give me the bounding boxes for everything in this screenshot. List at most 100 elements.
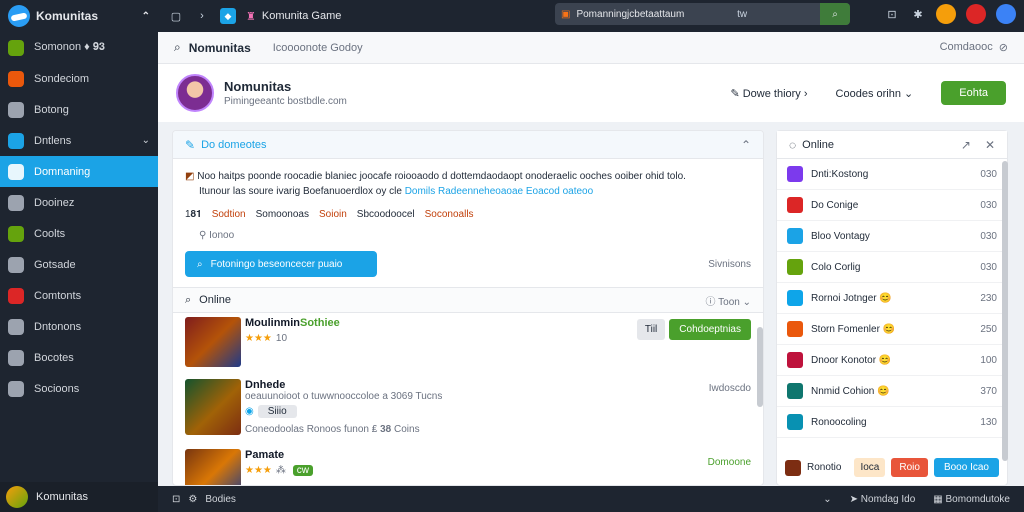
sidebar-item[interactable]: Socioons: [0, 373, 158, 404]
online-header: ◌ Online ↗ ✕: [777, 131, 1007, 159]
sidebar-item[interactable]: Gotsade: [0, 249, 158, 280]
scrollbar[interactable]: [1002, 161, 1008, 461]
sidebar-item[interactable]: Coolts: [0, 218, 158, 249]
sidebar-item-label: Comtonts: [34, 289, 82, 302]
primary-button[interactable]: Eohta: [941, 81, 1006, 105]
game-icon: [787, 259, 803, 275]
item-title-highlight: Sothiee: [300, 317, 340, 329]
online-item[interactable]: Dnti:Kostong 030: [777, 159, 1007, 190]
list-item[interactable]: Pamate ★★★ ⁂ cw Domoone: [173, 445, 763, 485]
action-button[interactable]: Ioca: [854, 458, 886, 477]
search-brand-icon: ▣: [561, 8, 571, 20]
sidebar-header[interactable]: Komunitas ⌃: [0, 0, 158, 32]
action-button[interactable]: Booo Icao: [933, 458, 999, 477]
sidebar-item[interactable]: Dntlens ⌄: [0, 125, 158, 156]
scrollbar[interactable]: [757, 327, 763, 407]
close-icon[interactable]: ✕: [985, 138, 995, 152]
edit-icon: ✎: [185, 137, 196, 152]
profile-action-1[interactable]: ✎ Dowe thiory ›: [730, 87, 807, 100]
search-input[interactable]: ▣ Pomanningjcbetaattaum tw ⌕: [555, 3, 850, 25]
chevron-down-icon[interactable]: ⌄: [142, 135, 150, 146]
item-right-label[interactable]: Domoone: [708, 457, 751, 468]
grid-icon: ▦: [933, 493, 946, 505]
sidebar-item-label: Coolts: [34, 227, 66, 240]
search-icon[interactable]: ⌕: [185, 294, 191, 307]
sidebar-item[interactable]: Sondeciom: [0, 63, 158, 94]
item-tag[interactable]: Siiio: [257, 405, 297, 418]
post-tag[interactable]: Somoonoas: [256, 207, 309, 222]
sidebar-item[interactable]: Comtonts: [0, 280, 158, 311]
breadcrumb-item[interactable]: Icoooonote Godoy: [273, 42, 363, 54]
post-link[interactable]: Domils Radeenneheoaoae Eoacod oateoo: [405, 186, 593, 197]
profile-action-2[interactable]: Coodes orihn ⌄: [836, 87, 914, 100]
settings-icon[interactable]: ⚙: [188, 494, 197, 505]
sidebar-item[interactable]: Dntonons: [0, 311, 158, 342]
online-item[interactable]: Bloo Vontagy 030: [777, 221, 1007, 252]
chevron-up-icon[interactable]: ⌃: [741, 138, 751, 152]
online-item[interactable]: Dnoor Konotor 😊 100: [777, 345, 1007, 376]
online-item-name: Do Conige: [811, 199, 859, 211]
profile-name: Nomunitas: [224, 79, 292, 94]
status-right[interactable]: ▦ Bomomdutoke: [933, 494, 1010, 505]
post-action-button[interactable]: ⌕ Fotoningo beseoncecer puaio: [185, 251, 377, 277]
avatar[interactable]: [176, 74, 214, 112]
online-item[interactable]: Do Conige 030: [777, 190, 1007, 221]
sidebar-user[interactable]: Komunitas: [0, 482, 158, 512]
sidebar-item-label: Dntlens: [34, 134, 72, 147]
chevron-up-icon[interactable]: ⌃: [142, 11, 150, 22]
link-icon[interactable]: ⊘: [999, 41, 1008, 54]
online-item[interactable]: Nnmid Cohion 😊 370: [777, 376, 1007, 407]
post-text-2: Itunour las soure ivarig Boefanuoerdlox …: [199, 186, 402, 197]
install-button[interactable]: Cohdoeptnias: [669, 319, 751, 340]
game-thumbnail[interactable]: [185, 379, 241, 435]
section-filter[interactable]: ⓘ Toon ⌄: [706, 293, 751, 308]
game-thumbnail[interactable]: [185, 317, 241, 367]
search-icon[interactable]: ⌕: [174, 40, 181, 55]
sidebar-item[interactable]: Botong: [0, 94, 158, 125]
game-icon: [787, 321, 803, 337]
status-mid[interactable]: ➤ Nomdag Ido: [850, 494, 916, 505]
online-item-time: 030: [980, 199, 997, 211]
chevron-right-icon[interactable]: ›: [194, 8, 210, 24]
sidebar-item-label: Dooinez: [34, 196, 75, 209]
avatar[interactable]: [996, 4, 1016, 24]
grid-icon[interactable]: ⊡: [172, 494, 180, 505]
star-icon[interactable]: ✱: [910, 6, 926, 22]
expand-icon[interactable]: ↗: [961, 138, 971, 152]
post-tag[interactable]: Soioin: [319, 207, 347, 222]
community-icon: [8, 39, 24, 56]
chevron-down-icon[interactable]: ⌄: [823, 494, 831, 505]
online-footer: Ronotio Ioca Roio Booo Icao: [785, 458, 999, 477]
search-button[interactable]: ⌕: [820, 3, 850, 25]
notification-icon[interactable]: ⊡: [884, 6, 900, 22]
post-tag[interactable]: 1𝟖𝟏: [185, 207, 202, 222]
app-tab-icon[interactable]: ◆: [220, 8, 236, 24]
avatar[interactable]: [966, 4, 986, 24]
game-thumbnail[interactable]: [185, 449, 241, 485]
sidebar-footer-label: Komunitas: [36, 491, 88, 503]
sidebar-item[interactable]: Domnaning: [0, 156, 158, 187]
list-item[interactable]: Dnhede oeauunoioot o tuwwnooccoloe a 306…: [173, 375, 763, 445]
online-item[interactable]: Rornoi Jotnger 😊 230: [777, 283, 1007, 314]
online-item[interactable]: Colo Corlig 030: [777, 252, 1007, 283]
secondary-button[interactable]: Tiil: [636, 319, 666, 340]
window-icon[interactable]: ▢: [168, 8, 184, 24]
online-item[interactable]: Ronoocoling 130: [777, 407, 1007, 438]
list-item[interactable]: MoulinminSothiee ★★★ 10 Tiil Cohdoeptnias: [173, 313, 763, 375]
folder-icon: [8, 194, 24, 211]
subbar-right-label[interactable]: Comdaooc: [940, 41, 993, 54]
online-item[interactable]: Storn Fomenler 😊 250: [777, 314, 1007, 345]
sidebar-item[interactable]: Bocotes: [0, 342, 158, 373]
action-button[interactable]: Roio: [891, 458, 928, 477]
sidebar-item[interactable]: Dooinez: [0, 187, 158, 218]
post-tag[interactable]: Sbcoodoocel: [357, 207, 415, 222]
breadcrumb: ⌕ Nomunitas Icoooonote Godoy Comdaooc ⊘: [158, 32, 1024, 64]
post-tag[interactable]: Soconoalls: [425, 207, 474, 222]
sidebar-item[interactable]: Somonon ♦ 𝟗𝟑: [0, 32, 158, 63]
search-shortcut: tw: [737, 8, 748, 20]
game-icon: [787, 166, 803, 182]
post-tag[interactable]: Sodtion: [212, 207, 246, 222]
online-item-time: 130: [980, 416, 997, 428]
avatar[interactable]: [936, 4, 956, 24]
online-item-name: Storn Fomenler 😊: [811, 323, 896, 335]
